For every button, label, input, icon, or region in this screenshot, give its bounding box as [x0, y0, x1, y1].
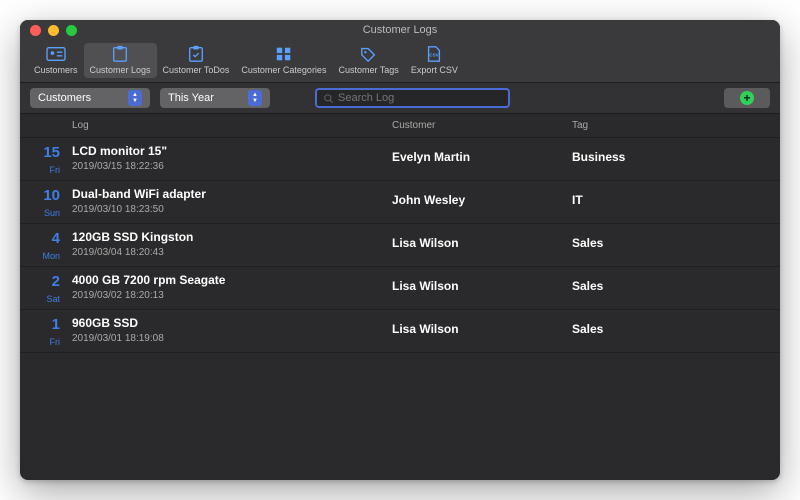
titlebar[interactable]: Customer Logs [20, 20, 780, 40]
header-tag[interactable]: Tag [572, 120, 770, 131]
day-number: 10 [43, 187, 60, 204]
log-title: 960GB SSD [72, 316, 392, 330]
table-headers: Log Customer Tag [20, 114, 780, 138]
close-icon[interactable] [30, 25, 41, 36]
customer-name: Lisa Wilson [392, 273, 572, 304]
filter-bar: Customers ▲▼ This Year ▲▼ + [20, 83, 780, 114]
customer-name: Lisa Wilson [392, 316, 572, 347]
day-abbr: Sat [46, 294, 60, 304]
log-title: 4000 GB 7200 rpm Seagate [72, 273, 392, 287]
log-timestamp: 2019/03/04 18:20:43 [72, 247, 392, 258]
tag-value: Sales [572, 316, 770, 347]
toolbar-customer-categories[interactable]: Customer Categories [235, 43, 332, 78]
tag-value: Sales [572, 230, 770, 261]
customer-name: Evelyn Martin [392, 144, 572, 175]
search-input[interactable] [338, 92, 502, 104]
log-title: Dual-band WiFi adapter [72, 187, 392, 201]
table-row[interactable]: 2 Sat 4000 GB 7200 rpm Seagate 2019/03/02 1… [20, 267, 780, 310]
table-row[interactable]: 10 Sun Dual-band WiFi adapter 2019/03/10 18… [20, 181, 780, 224]
log-title: LCD monitor 15" [72, 144, 392, 158]
toolbar-label: Export CSV [411, 65, 458, 75]
log-title: 120GB SSD Kingston [72, 230, 392, 244]
id-card-icon [45, 45, 67, 63]
toolbar-customer-logs[interactable]: Customer Logs [84, 43, 157, 78]
add-button[interactable]: + [724, 88, 770, 108]
day-number: 2 [52, 273, 60, 290]
log-timestamp: 2019/03/02 18:20:13 [72, 290, 392, 301]
toolbar-customer-todos[interactable]: Customer ToDos [157, 43, 236, 78]
day-number: 4 [52, 230, 60, 247]
clipboard-check-icon [185, 45, 207, 63]
day-number: 1 [52, 316, 60, 333]
minimize-icon[interactable] [48, 25, 59, 36]
day-abbr: Mon [42, 251, 60, 261]
window-title: Customer Logs [20, 24, 780, 36]
log-timestamp: 2019/03/01 18:19:08 [72, 333, 392, 344]
tag-value: Sales [572, 273, 770, 304]
header-log[interactable]: Log [72, 120, 392, 131]
svg-text:CSV: CSV [430, 53, 439, 58]
tag-value: Business [572, 144, 770, 175]
select-value: This Year [168, 92, 214, 104]
toolbar-label: Customer Logs [90, 65, 151, 75]
log-timestamp: 2019/03/15 18:22:36 [72, 161, 392, 172]
filter-customers-select[interactable]: Customers ▲▼ [30, 88, 150, 108]
clipboard-icon [109, 45, 131, 63]
filter-period-select[interactable]: This Year ▲▼ [160, 88, 270, 108]
toolbar: Customers Customer Logs Customer ToDos C… [20, 40, 780, 83]
search-field[interactable] [315, 88, 510, 108]
toolbar-customer-tags[interactable]: Customer Tags [332, 43, 404, 78]
traffic-lights [20, 25, 77, 36]
search-icon [323, 93, 334, 104]
select-value: Customers [38, 92, 91, 104]
app-window: Customer Logs Customers Customer Logs Cu… [20, 20, 780, 480]
day-abbr: Sun [44, 208, 60, 218]
maximize-icon[interactable] [66, 25, 77, 36]
customer-name: John Wesley [392, 187, 572, 218]
day-number: 15 [43, 144, 60, 161]
toolbar-label: Customer Categories [241, 65, 326, 75]
tag-value: IT [572, 187, 770, 218]
table-row[interactable]: 4 Mon 120GB SSD Kingston 2019/03/04 18:20:4… [20, 224, 780, 267]
toolbar-export-csv[interactable]: CSV Export CSV [405, 43, 464, 78]
toolbar-label: Customer Tags [338, 65, 398, 75]
table-row[interactable]: 15 Fri LCD monitor 15" 2019/03/15 18:22:36E… [20, 138, 780, 181]
toolbar-label: Customer ToDos [163, 65, 230, 75]
toolbar-label: Customers [34, 65, 78, 75]
customer-name: Lisa Wilson [392, 230, 572, 261]
log-table-body: 15 Fri LCD monitor 15" 2019/03/15 18:22:36E… [20, 138, 780, 480]
chevron-updown-icon: ▲▼ [128, 90, 142, 106]
day-abbr: Fri [50, 165, 61, 175]
table-row[interactable]: 1 Fri 960GB SSD 2019/03/01 18:19:08Lisa Wil… [20, 310, 780, 353]
header-customer[interactable]: Customer [392, 120, 572, 131]
csv-file-icon: CSV [423, 45, 445, 63]
toolbar-customers[interactable]: Customers [28, 43, 84, 78]
plus-icon: + [740, 91, 754, 105]
day-abbr: Fri [50, 337, 61, 347]
log-timestamp: 2019/03/10 18:23:50 [72, 204, 392, 215]
chevron-updown-icon: ▲▼ [248, 90, 262, 106]
grid-icon [273, 45, 295, 63]
tag-icon [358, 45, 380, 63]
